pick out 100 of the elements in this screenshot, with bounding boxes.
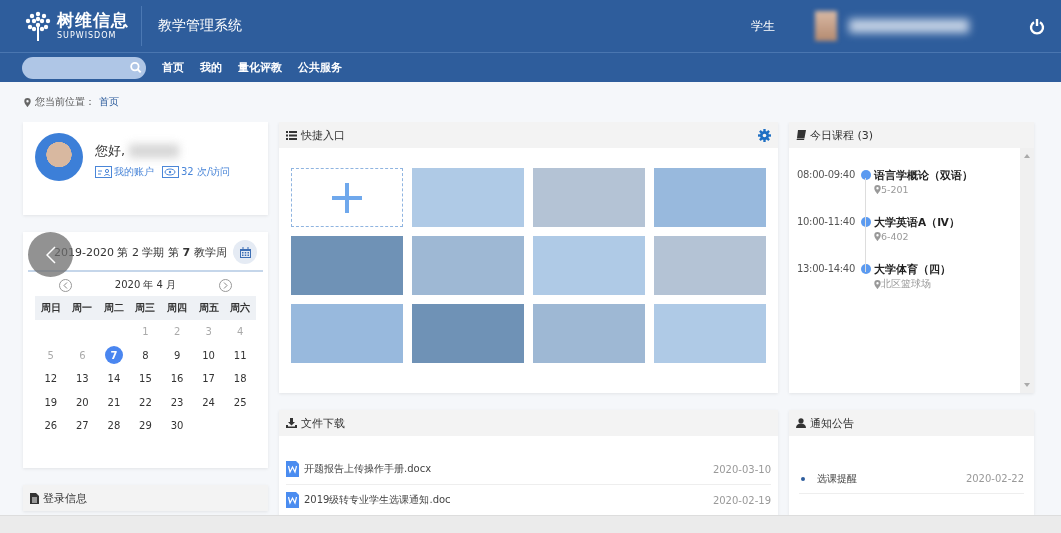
user-role: 学生 (751, 17, 775, 35)
list-icon (286, 130, 297, 140)
course-location: 北区篮球场 (881, 278, 931, 291)
shortcut-tile[interactable] (533, 236, 645, 295)
book-icon (796, 130, 806, 140)
file-link[interactable]: 开题报告上传操作手册.docx (304, 462, 708, 476)
location-pin-icon (874, 232, 881, 241)
calendar-day[interactable]: 8 (136, 346, 155, 365)
month-title: 2020 年 4 月 (114, 278, 177, 292)
calendar-day[interactable]: 17 (199, 369, 218, 388)
search-icon[interactable] (130, 61, 142, 74)
calendar-day[interactable]: 11 (231, 346, 250, 365)
user-avatar (815, 11, 837, 41)
visits-link[interactable]: 32 次/访问 (162, 165, 231, 179)
previous-month-button[interactable] (59, 278, 72, 292)
shortcut-tile[interactable] (533, 168, 645, 227)
location-pin-icon (874, 280, 881, 289)
shortcut-tile[interactable] (412, 304, 524, 363)
course-time: 10:00-11:40 (797, 215, 856, 229)
calendar-day[interactable]: 28 (104, 416, 123, 435)
power-icon[interactable] (1029, 17, 1045, 35)
panel-title: 文件下载 (301, 415, 345, 431)
avatar (35, 133, 83, 181)
account-link[interactable]: 我的账户 (95, 165, 154, 179)
location-pin-icon (24, 97, 31, 107)
calendar-day[interactable]: 23 (168, 393, 187, 412)
calendar-day[interactable]: 19 (41, 393, 60, 412)
calendar-day[interactable]: 12 (41, 369, 60, 388)
shortcut-tile[interactable] (412, 236, 524, 295)
chevron-right-icon (223, 281, 228, 289)
logo-text: 树维信息 (57, 12, 129, 29)
course-location: 5-201 (881, 184, 909, 195)
timeline-dot (861, 170, 871, 180)
calendar-day[interactable]: 26 (41, 416, 60, 435)
course-name: 语言学概论（双语） (874, 168, 973, 182)
calendar-day[interactable]: 30 (168, 416, 187, 435)
breadcrumb-link[interactable]: 首页 (99, 95, 119, 109)
search-field[interactable] (22, 56, 146, 79)
weekday-header: 周三 (129, 296, 162, 320)
calendar-day[interactable]: 22 (136, 393, 155, 412)
notice-link[interactable]: 选课提醒 (817, 471, 954, 486)
panel-title: 通知公告 (810, 415, 854, 431)
calendar-day[interactable]: 27 (73, 416, 92, 435)
weekday-header: 周二 (98, 296, 130, 320)
calendar-day[interactable]: 25 (231, 393, 250, 412)
horizontal-scrollbar[interactable] (0, 515, 1061, 533)
file-link[interactable]: 2019级转专业学生选课通知.doc (304, 493, 708, 507)
calendar-day[interactable]: 10 (199, 346, 218, 365)
calendar-day[interactable]: 13 (73, 369, 92, 388)
eye-card-icon (162, 166, 179, 178)
next-month-button[interactable] (219, 278, 232, 292)
weekday-header: 周六 (224, 296, 256, 320)
calendar-day[interactable]: 16 (168, 369, 187, 388)
tree-logo-icon (24, 11, 52, 41)
settings-icon[interactable] (758, 128, 771, 142)
greeting: 您好, (95, 142, 126, 160)
file-date: 2020-03-10 (712, 463, 771, 475)
add-shortcut-button[interactable] (291, 168, 403, 227)
plus-icon (332, 182, 362, 213)
course-location: 6-402 (881, 231, 909, 242)
word-file-icon (286, 492, 299, 508)
calendar-day[interactable]: 24 (199, 393, 218, 412)
nav-link[interactable]: 量化评教 (238, 60, 282, 75)
panel-title: 快捷入口 (301, 127, 345, 143)
shortcut-tile[interactable] (654, 304, 766, 363)
nav-link[interactable]: 公共服务 (298, 60, 342, 75)
shortcut-tile[interactable] (412, 168, 524, 227)
shortcut-tile[interactable] (533, 304, 645, 363)
calendar-day[interactable]: 14 (104, 369, 123, 388)
redacted-name (129, 144, 180, 158)
shortcut-tile[interactable] (654, 168, 766, 227)
weekday-header: 周一 (66, 296, 99, 320)
panel-title: 今日课程 (3) (810, 127, 874, 143)
nav-link[interactable]: 我的 (200, 60, 222, 75)
system-title: 教学管理系统 (158, 17, 242, 35)
nav-link[interactable]: 首页 (162, 60, 184, 75)
calendar-icon (239, 246, 251, 258)
chevron-left-icon (45, 245, 56, 264)
shortcut-tile[interactable] (654, 236, 766, 295)
logo-subtitle: SUPWISDOM (57, 32, 118, 40)
calendar-day[interactable]: 18 (231, 369, 250, 388)
calendar-day[interactable]: 29 (136, 416, 155, 435)
calendar-day[interactable]: 7 (104, 346, 123, 365)
scroll-up-icon[interactable] (1024, 154, 1030, 158)
calendar-day[interactable]: 20 (73, 393, 92, 412)
calendar-day[interactable]: 15 (136, 369, 155, 388)
scroll-down-icon[interactable] (1024, 383, 1030, 387)
panel-title: 登录信息 (43, 490, 87, 506)
shortcut-tile[interactable] (291, 236, 403, 295)
calendar-day[interactable]: 21 (104, 393, 123, 412)
file-date: 2020-02-19 (712, 494, 771, 506)
weekday-header: 周日 (35, 296, 67, 320)
breadcrumb-label: 您当前位置： (35, 95, 95, 109)
user-icon (796, 418, 806, 428)
calendar-day[interactable]: 9 (168, 346, 187, 365)
calendar-button[interactable] (233, 240, 257, 264)
shortcut-tile[interactable] (291, 304, 403, 363)
scrollbar[interactable] (1020, 148, 1034, 393)
notice-date: 2020-02-22 (965, 473, 1024, 484)
timeline-dot (861, 217, 871, 227)
